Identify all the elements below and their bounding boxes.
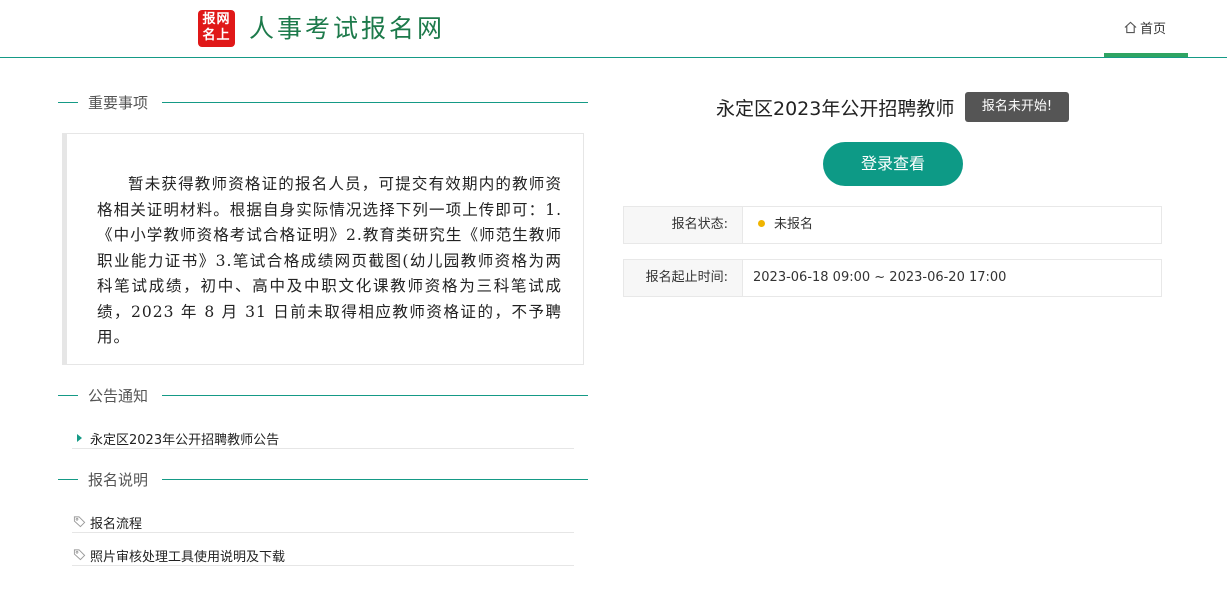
login-view-button[interactable]: 登录查看 — [823, 142, 963, 186]
section-instructions-title: 报名说明 — [88, 471, 149, 489]
nav-home[interactable]: 首页 — [1104, 0, 1188, 57]
important-notice-box: 暂未获得教师资格证的报名人员，可提交有效期内的教师资格相关证明材料。根据自身实际… — [62, 133, 584, 365]
logo-row-1: 报网 — [202, 12, 231, 27]
instruction-link-label: 报名流程 — [90, 517, 143, 532]
divider — [58, 395, 78, 396]
section-announcement-title: 公告通知 — [88, 387, 149, 405]
status-badge: 报名未开始! — [965, 92, 1069, 122]
registration-period-label: 报名起止时间: — [624, 260, 743, 296]
section-announcement-header: 公告通知 — [58, 385, 588, 405]
important-notice-text: 暂未获得教师资格证的报名人员，可提交有效期内的教师资格相关证明材料。根据自身实际… — [97, 175, 562, 346]
registration-status-value: 未报名 — [774, 217, 814, 232]
site-title[interactable]: 人事考试报名网 — [249, 9, 445, 45]
divider — [162, 102, 588, 103]
registration-status-row: 报名状态: 未报名 — [623, 206, 1162, 244]
registration-status-label: 报名状态: — [624, 207, 743, 243]
section-important-header: 重要事项 — [58, 92, 588, 112]
instruction-link-photo-tool[interactable]: 照片审核处理工具使用说明及下载 — [72, 546, 574, 566]
registration-period-value: 2023-06-18 09:00 ~ 2023-06-20 17:00 — [753, 270, 1007, 285]
announcement-link-label: 永定区2023年公开招聘教师公告 — [90, 433, 280, 448]
site-header: 报网 名上 人事考试报名网 首页 — [0, 0, 1227, 58]
registration-status-value-wrap: 未报名 — [753, 207, 813, 243]
logo-row-2: 名上 — [202, 28, 231, 43]
registration-period-row: 报名起止时间: 2023-06-18 09:00 ~ 2023-06-20 17… — [623, 259, 1162, 297]
tag-icon — [73, 549, 86, 561]
status-dot-icon — [758, 220, 765, 227]
site-logo[interactable]: 报网 名上 — [198, 10, 235, 47]
instruction-link-label: 照片审核处理工具使用说明及下载 — [90, 550, 286, 565]
divider — [162, 479, 588, 480]
triangle-bullet-icon — [77, 434, 82, 442]
exam-title: 永定区2023年公开招聘教师 — [716, 98, 955, 120]
section-important-title: 重要事项 — [88, 94, 149, 112]
nav-home-label: 首页 — [1140, 22, 1167, 37]
section-instructions-header: 报名说明 — [58, 469, 588, 489]
home-icon — [1124, 21, 1137, 34]
divider — [162, 395, 588, 396]
divider — [58, 479, 78, 480]
instruction-link-process[interactable]: 报名流程 — [72, 513, 574, 533]
announcement-link[interactable]: 永定区2023年公开招聘教师公告 — [72, 429, 574, 449]
divider — [58, 102, 78, 103]
tag-icon — [73, 516, 86, 528]
